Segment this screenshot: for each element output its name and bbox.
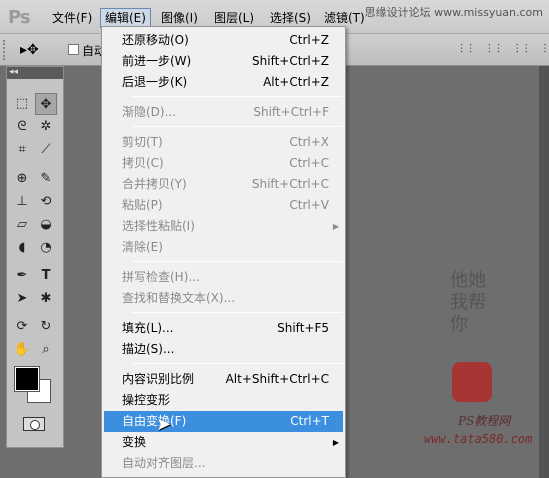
shape-tool-icon[interactable]: ✱ [35,288,57,310]
menu-image[interactable]: 图像(I) [157,8,202,28]
red-seal-icon [452,362,492,402]
foreground-color-swatch[interactable] [14,366,40,392]
site-watermark: www.tata580.com [424,432,533,446]
ps-brand-watermark: PS教程网 [458,414,511,428]
edit-menu-dropdown: 还原移动(O) Ctrl+Z 前进一步(W) Shift+Ctrl+Z 后退一步(K… [101,26,346,478]
auto-select-checkbox[interactable] [68,44,79,55]
menu-item-paste[interactable]: 粘贴(P) Ctrl+V [104,195,343,216]
menu-item-spell-check[interactable]: 拼写检查(H)... [104,267,343,288]
photoshop-logo: Ps [8,7,31,28]
path-selection-tool-icon[interactable]: ➤ [11,288,33,310]
crop-tool-icon[interactable]: ⌗ [11,139,33,161]
brush-tool-icon[interactable]: ✎ [35,168,57,190]
menu-item-fill[interactable]: 填充(L)... Shift+F5 [104,318,343,339]
menu-item-copy[interactable]: 拷贝(C) Ctrl+C [104,153,343,174]
menu-item-stroke[interactable]: 描边(S)... [104,339,343,360]
mouse-pointer-icon: ➤ [156,414,172,435]
menu-item-puppet-warp[interactable]: 操控变形 [104,390,343,411]
lasso-tool-icon[interactable]: ᘓ [11,116,33,138]
hand-tool-icon[interactable]: ✋ [11,339,33,361]
calligraphy-line: 他她 [450,270,486,291]
forum-watermark: 思缘设计论坛 www.missyuan.com [364,6,543,19]
menu-item-fade[interactable]: 渐隐(D)... Shift+Ctrl+F [104,102,343,123]
calligraphy-line: 你 [450,314,468,335]
eraser-tool-icon[interactable]: ▱ [11,214,33,236]
menu-item-auto-align-layers[interactable]: 自动对齐图层... [104,453,343,474]
stamp-tool-icon[interactable]: ⊥ [11,191,33,213]
3d-orbit-tool-icon[interactable]: ↻ [35,316,57,338]
menu-separator [132,96,342,97]
menu-item-clear[interactable]: 清除(E) [104,237,343,258]
toolbox: ◂◂ ⬚ ✥ ᘓ ✲ ⌗ ⟋ ⊕ ✎ ⊥ ⟲ ▱ ◒ ◖ ◔ ✒ T ➤ ✱ ⟳… [6,66,64,448]
move-tool-preset-icon[interactable]: ▸✥ [20,42,39,58]
menu-separator [132,312,342,313]
menu-item-paste-special[interactable]: 选择性粘贴(I) ▶ [104,216,343,237]
menu-item-transform[interactable]: 变换 ▶ [104,432,343,453]
menu-item-step-forward[interactable]: 前进一步(W) Shift+Ctrl+Z [104,51,343,72]
menu-separator [132,363,342,364]
healing-tool-icon[interactable]: ⊕ [11,168,33,190]
menu-item-undo[interactable]: 还原移动(O) Ctrl+Z [104,30,343,51]
submenu-arrow-icon: ▶ [332,222,339,231]
dodge-tool-icon[interactable]: ◔ [35,237,57,259]
3d-rotate-tool-icon[interactable]: ⟳ [11,316,33,338]
move-tool-icon[interactable]: ✥ [35,93,57,115]
quick-mask-icon[interactable] [23,417,45,431]
menu-item-content-aware-scale[interactable]: 内容识别比例 Alt+Shift+Ctrl+C [104,369,343,390]
magic-wand-tool-icon[interactable]: ✲ [35,116,57,138]
paint-bucket-tool-icon[interactable]: ◒ [35,214,57,236]
submenu-arrow-icon: ▶ [332,438,339,447]
menu-item-find-replace[interactable]: 查找和替换文本(X)... [104,288,343,309]
menu-separator [132,261,342,262]
menu-file[interactable]: 文件(F) [48,8,96,28]
zoom-tool-icon[interactable]: ⌕ [35,339,57,361]
menu-item-copy-merged[interactable]: 合并拷贝(Y) Shift+Ctrl+C [104,174,343,195]
calligraphy-line: 我帮 [450,292,486,313]
align-buttons-icon[interactable]: ⫶⫶ ⫶⫶ ⫶⫶ ⫶ [460,42,549,57]
blur-tool-icon[interactable]: ◖ [11,237,33,259]
calligraphy-watermark: 他她 我帮 你 [450,270,520,336]
marquee-tool-icon[interactable]: ⬚ [11,93,33,115]
menu-item-cut[interactable]: 剪切(T) Ctrl+X [104,132,343,153]
menu-select[interactable]: 选择(S) [266,8,315,28]
history-brush-tool-icon[interactable]: ⟲ [35,191,57,213]
eyedropper-tool-icon[interactable]: ⟋ [35,139,57,161]
toolbox-collapse-icon[interactable]: ◂◂ [7,67,63,79]
type-tool-icon[interactable]: T [35,265,57,287]
pen-tool-icon[interactable]: ✒ [11,265,33,287]
menu-separator [132,126,342,127]
options-grip[interactable] [3,40,7,60]
menu-item-step-backward[interactable]: 后退一步(K) Alt+Ctrl+Z [104,72,343,93]
menu-filter[interactable]: 滤镜(T) [320,8,369,28]
menu-edit[interactable]: 编辑(E) [100,8,151,28]
menu-layer[interactable]: 图层(L) [210,8,258,28]
panel-dock-edge [539,66,549,478]
menu-item-free-transform[interactable]: 自由变换(F) Ctrl+T [104,411,343,432]
